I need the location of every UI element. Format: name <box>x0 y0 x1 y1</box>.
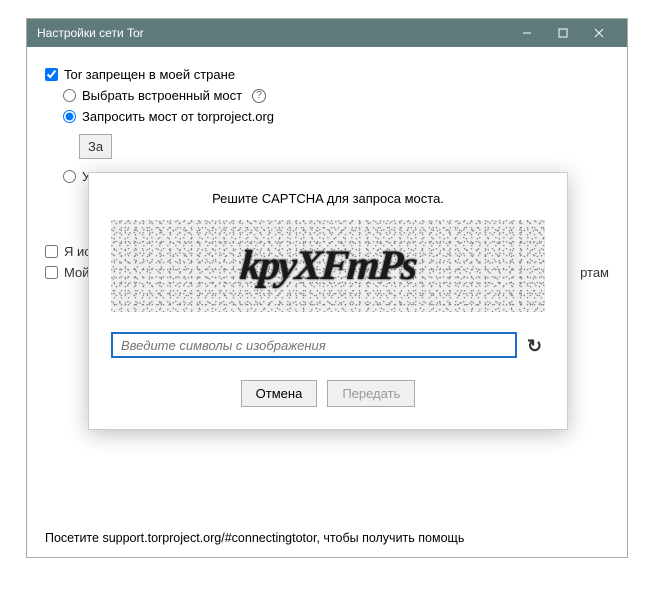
dialog-title: Решите CAPTCHA для запроса моста. <box>111 191 545 206</box>
submit-button[interactable]: Передать <box>327 380 415 407</box>
window-title: Настройки сети Tor <box>37 26 509 40</box>
titlebar: Настройки сети Tor <box>27 19 627 47</box>
builtin-bridge-label: Выбрать встроенный мост <box>82 88 242 103</box>
maximize-button[interactable] <box>545 19 581 47</box>
proxy-label: Я ис <box>64 244 91 259</box>
specify-bridge-radio[interactable] <box>63 170 76 183</box>
firewall-label-start: Мой <box>64 265 89 280</box>
censored-checkbox[interactable] <box>45 68 58 81</box>
request-bridge-label: Запросить мост от torproject.org <box>82 109 274 124</box>
captcha-dialog: Решите CAPTCHA для запроса моста. kpyXFm… <box>88 172 568 430</box>
censored-label: Tor запрещен в моей стране <box>64 67 235 82</box>
footer-text: Посетите support.torproject.org/#connect… <box>45 531 609 545</box>
request-bridge-button[interactable]: За <box>79 134 112 159</box>
firewall-checkbox[interactable] <box>45 266 58 279</box>
captcha-image: kpyXFmPs <box>111 220 545 312</box>
close-button[interactable] <box>581 19 617 47</box>
request-bridge-radio[interactable] <box>63 110 76 123</box>
help-icon[interactable]: ? <box>252 89 266 103</box>
refresh-icon[interactable]: ↻ <box>527 336 545 354</box>
captcha-text: kpyXFmPs <box>111 220 545 312</box>
builtin-bridge-radio[interactable] <box>63 89 76 102</box>
captcha-input[interactable] <box>111 332 517 358</box>
cancel-button[interactable]: Отмена <box>241 380 318 407</box>
firewall-label-end: ртам <box>580 265 609 280</box>
minimize-button[interactable] <box>509 19 545 47</box>
proxy-checkbox[interactable] <box>45 245 58 258</box>
